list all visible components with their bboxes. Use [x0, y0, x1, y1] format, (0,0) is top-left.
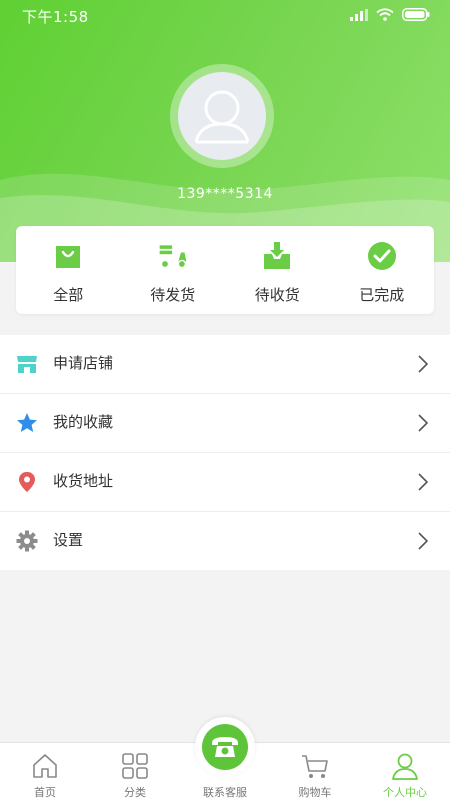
- chevron-right-icon: [418, 414, 428, 432]
- order-completed[interactable]: 已完成: [330, 226, 435, 314]
- order-pending-ship[interactable]: 待发货: [121, 226, 226, 314]
- chevron-right-icon: [418, 532, 428, 550]
- battery-icon: [402, 8, 430, 21]
- status-bar: 下午1:58: [0, 0, 450, 30]
- gear-icon: [16, 530, 38, 552]
- avatar-ring[interactable]: [170, 64, 274, 168]
- phone-icon: [212, 737, 238, 757]
- chevron-right-icon: [418, 355, 428, 373]
- user-icon: [392, 753, 418, 780]
- order-status-card: 全部 待发货 待收货 已完成: [16, 226, 434, 314]
- chevron-right-icon: [418, 473, 428, 491]
- tab-profile[interactable]: 个人中心: [360, 743, 450, 801]
- order-label: 待发货: [150, 286, 196, 304]
- menu-label: 申请店铺: [53, 354, 114, 372]
- status-time: 下午1:58: [22, 8, 89, 26]
- order-label: 待收货: [254, 286, 300, 304]
- menu-item-favorites[interactable]: 我的收藏: [0, 394, 450, 453]
- order-label: 全部: [53, 286, 84, 304]
- order-label: 已完成: [359, 286, 405, 304]
- customer-service-button[interactable]: [195, 717, 255, 777]
- tab-label: 购物车: [298, 786, 332, 799]
- tab-label: 分类: [124, 786, 146, 799]
- tab-label: 首页: [34, 786, 56, 799]
- check-circle-icon: [366, 240, 398, 272]
- order-pending-receive[interactable]: 待收货: [225, 226, 330, 314]
- tab-label: 联系客服: [203, 786, 247, 799]
- menu-item-apply-store[interactable]: 申请店铺: [0, 335, 450, 394]
- user-avatar-icon: [194, 90, 250, 144]
- menu-label: 我的收藏: [53, 413, 114, 431]
- shopping-bag-icon: [52, 240, 84, 272]
- star-icon: [17, 413, 37, 432]
- tab-label: 个人中心: [383, 786, 427, 799]
- delivery-scooter-icon: [157, 240, 189, 272]
- signal-icon: [350, 8, 368, 21]
- cart-icon: [302, 755, 328, 778]
- profile-header: 下午1:58 139****5314: [0, 0, 450, 262]
- inbox-download-icon: [261, 240, 293, 272]
- settings-menu: 申请店铺 我的收藏 收货地址 设置: [0, 335, 450, 570]
- phone-number: 139****5314: [177, 186, 273, 202]
- menu-label: 收货地址: [53, 472, 114, 490]
- bottom-tab-bar: 首页 分类 联系客服 购物车 个人中心: [0, 717, 450, 801]
- tab-customer-service[interactable]: 联系客服: [180, 717, 270, 801]
- menu-label: 设置: [53, 531, 84, 549]
- order-all[interactable]: 全部: [16, 226, 121, 314]
- wifi-icon: [376, 8, 394, 21]
- menu-item-settings[interactable]: 设置: [0, 512, 450, 570]
- menu-item-address[interactable]: 收货地址: [0, 453, 450, 512]
- location-pin-icon: [19, 472, 35, 492]
- tab-cart[interactable]: 购物车: [270, 743, 360, 801]
- avatar[interactable]: [178, 72, 266, 160]
- category-grid-icon: [122, 753, 148, 779]
- store-icon: [17, 356, 37, 373]
- home-icon: [33, 754, 57, 778]
- tab-home[interactable]: 首页: [0, 743, 90, 801]
- tab-category[interactable]: 分类: [90, 743, 180, 801]
